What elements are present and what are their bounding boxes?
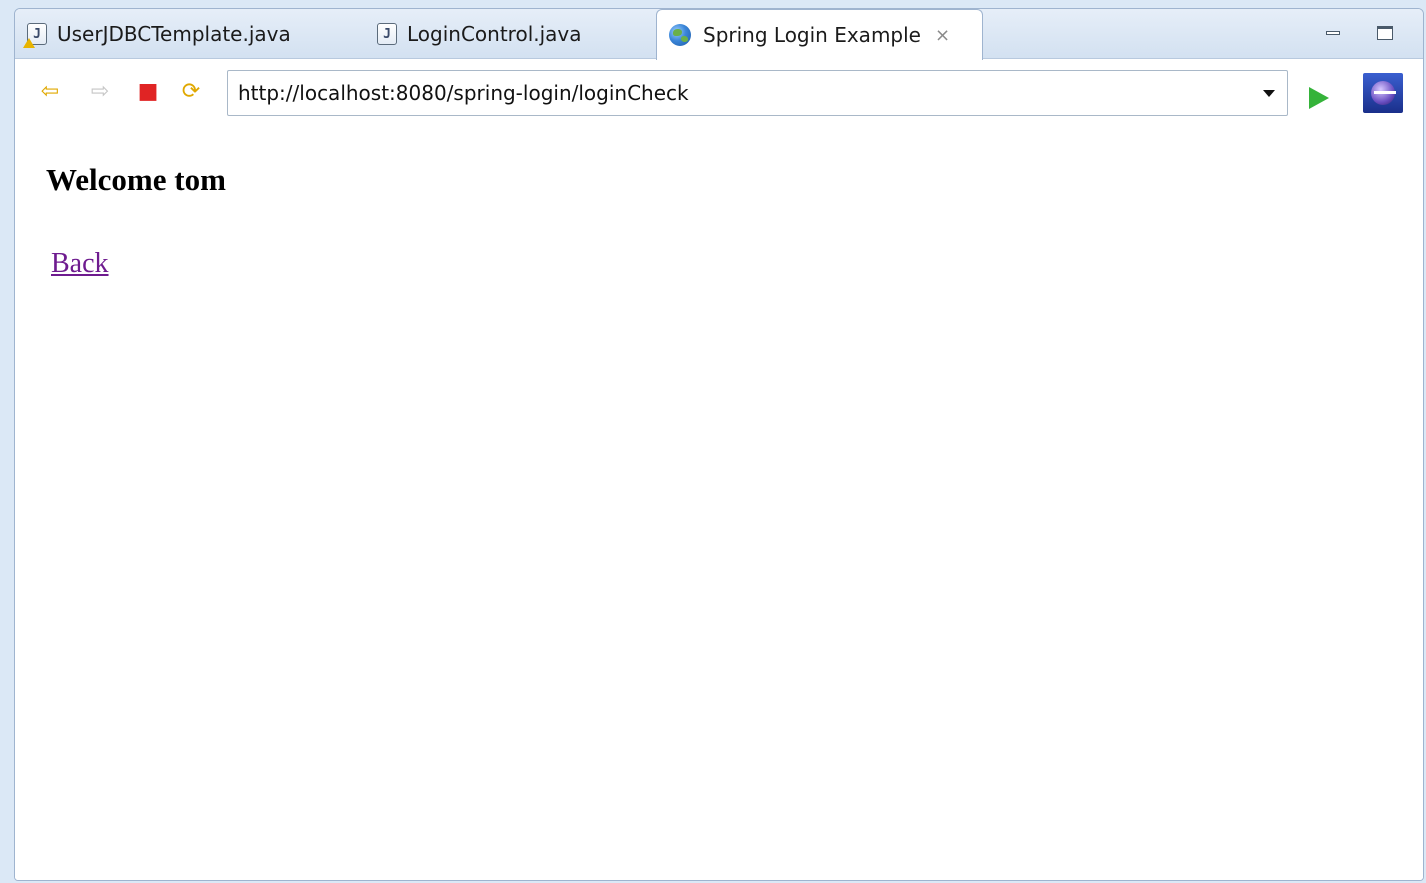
close-tab-icon[interactable]: ⨯ <box>935 25 950 46</box>
stop-button[interactable]: ■ <box>135 80 161 104</box>
minimize-button[interactable] <box>1323 23 1343 43</box>
java-file-warning-icon: J <box>23 23 47 48</box>
back-link[interactable]: Back <box>51 248 109 280</box>
url-input[interactable] <box>238 71 1247 115</box>
open-external-browser-button[interactable] <box>1363 73 1403 113</box>
browser-toolbar: ⇦ ⇨ ■ ⟳ <box>15 60 1423 120</box>
welcome-heading: Welcome tom <box>46 162 226 197</box>
page-content: Welcome tom Back <box>15 120 1423 880</box>
maximize-icon <box>1377 26 1393 40</box>
warning-badge-icon <box>23 38 35 48</box>
back-arrow-icon: ⇦ <box>40 79 60 104</box>
refresh-button[interactable]: ⟳ <box>178 80 204 104</box>
tab-label: LoginControl.java <box>407 22 582 46</box>
tab-user-jdbc-template[interactable]: J UserJDBCTemplate.java <box>23 9 357 59</box>
refresh-icon: ⟳ <box>181 79 201 104</box>
java-file-icon: J <box>377 23 397 45</box>
forward-arrow-icon: ⇨ <box>90 79 110 104</box>
tab-label: UserJDBCTemplate.java <box>57 22 291 46</box>
back-button[interactable]: ⇦ <box>37 80 63 104</box>
tab-bar: J UserJDBCTemplate.java J LoginControl.j… <box>15 9 1423 60</box>
tab-spring-login-example[interactable]: Spring Login Example ⨯ <box>656 9 983 60</box>
go-button[interactable] <box>1309 87 1329 109</box>
forward-button[interactable]: ⇨ <box>87 80 113 104</box>
stop-icon: ■ <box>137 79 159 104</box>
eclipse-icon <box>1371 81 1396 105</box>
maximize-button[interactable] <box>1375 23 1395 43</box>
tab-label: Spring Login Example <box>703 23 921 47</box>
minimize-icon <box>1326 31 1340 35</box>
address-bar[interactable] <box>227 70 1288 116</box>
globe-icon <box>669 24 691 46</box>
url-history-dropdown-icon[interactable] <box>1263 90 1275 97</box>
editor-frame: J UserJDBCTemplate.java J LoginControl.j… <box>14 8 1424 881</box>
tab-login-control[interactable]: J LoginControl.java <box>377 9 652 59</box>
